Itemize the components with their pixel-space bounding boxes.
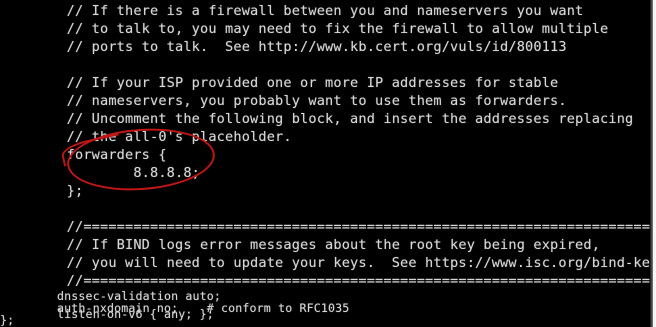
window-right-edge: [650, 0, 656, 327]
separator-bottom: //======================================…: [0, 273, 650, 289]
terminal-line-uncomment: // Uncomment the following block, and in…: [0, 111, 634, 127]
terminal-line-isp-1: // If your ISP provided one or more IP a…: [0, 75, 559, 91]
terminal-line-placeholder: // the all-0's placeholder.: [0, 129, 292, 145]
terminal-screenshot: // If there is a firewall between you an…: [0, 0, 656, 327]
terminal-line-isp-2: // nameservers, you probably want to use…: [0, 93, 567, 109]
terminal-line-firewall-1: // If there is a firewall between you an…: [0, 3, 584, 19]
separator-top: //======================================…: [0, 219, 650, 235]
terminal-line-firewall-2: // to talk to, you may need to fix the f…: [0, 21, 609, 37]
forwarders-block-open: forwarders {: [0, 147, 167, 163]
options-block-close: };: [0, 313, 15, 327]
terminal-line-bind-2: // you will need to update your keys. Se…: [0, 255, 650, 271]
terminal-line-bind-1: // If BIND logs error messages about the…: [0, 237, 601, 253]
terminal-line-firewall-url: // ports to talk. See http://www.kb.cert…: [0, 39, 567, 55]
forwarder-ip-address: 8.8.8.8;: [0, 165, 201, 181]
terminal-text-area: // If there is a firewall between you an…: [0, 0, 650, 327]
listen-on-v6-line: listen-on-v6 { any; };: [0, 307, 214, 321]
forwarders-block-close: };: [0, 183, 84, 199]
